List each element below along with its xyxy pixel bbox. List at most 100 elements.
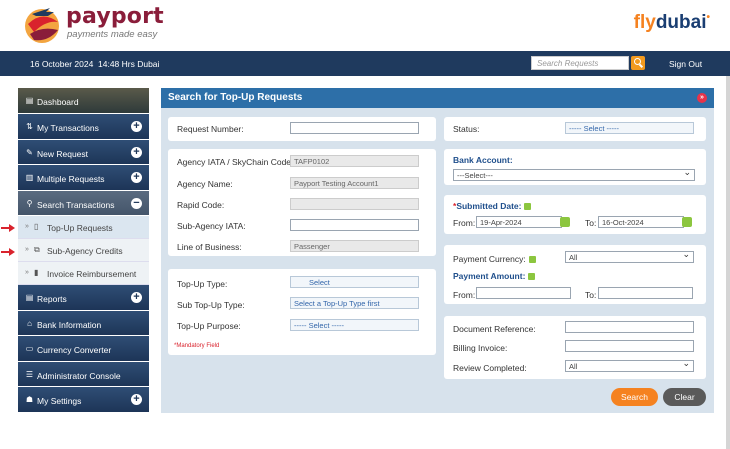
request-number-card: Request Number: xyxy=(168,117,436,141)
request-number-input[interactable] xyxy=(290,122,419,134)
page-scrollbar[interactable] xyxy=(726,76,730,449)
invoice-icon: ▮ xyxy=(34,268,39,277)
chevron-right-icon: » xyxy=(25,246,29,253)
rapid-code-label: Rapid Code: xyxy=(177,200,225,210)
sidebar-item-multiple-requests[interactable]: ▥ Multiple Requests + xyxy=(18,165,149,191)
expand-icon[interactable]: + xyxy=(131,121,142,132)
agency-details-card: Agency IATA / SkyChain Code: TAFP0102 Ag… xyxy=(168,149,436,256)
expand-icon[interactable]: + xyxy=(131,172,142,183)
request-number-label: Request Number: xyxy=(177,124,244,134)
sub-topup-type-label: Sub Top-Up Type: xyxy=(177,300,245,310)
amount-to-input[interactable] xyxy=(598,287,693,299)
magnifier-icon: ⚲ xyxy=(26,198,33,208)
amount-from-label: From: xyxy=(453,290,476,300)
submitted-date-card: *Submitted Date: From: 19-Apr-2024 To: 1… xyxy=(444,195,706,234)
current-date: 16 October 2024 xyxy=(30,59,94,69)
payport-logo[interactable]: payport payments made easy xyxy=(20,2,180,46)
sidebar-item-bank-information[interactable]: ⌂ Bank Information xyxy=(18,310,149,336)
top-bar: 16 October 2024 14:48 Hrs Dubai Search R… xyxy=(0,51,730,76)
sign-out-link[interactable]: Sign Out xyxy=(669,59,702,69)
review-completed-select[interactable]: All xyxy=(565,360,694,372)
red-arrow-icon xyxy=(1,248,15,256)
submitted-date-label: *Submitted Date: xyxy=(453,201,532,211)
sidebar: ▤ Dashboard ⇅ My Transactions + ✎ New Re… xyxy=(18,88,149,413)
server-icon: ☰ xyxy=(25,369,34,379)
bank-icon: ⌂ xyxy=(27,318,32,328)
rapid-code-field xyxy=(290,198,419,210)
sidebar-item-currency-converter[interactable]: ▭ Currency Converter xyxy=(18,336,149,362)
amount-to-label: To: xyxy=(585,290,597,300)
sidebar-item-administrator-console[interactable]: ☰ Administrator Console xyxy=(18,361,149,387)
expand-icon[interactable]: + xyxy=(131,292,142,303)
line-of-business-label: Line of Business: xyxy=(177,242,242,252)
search-button[interactable]: Search xyxy=(611,388,658,406)
clear-button[interactable]: Clear xyxy=(663,388,706,406)
status-card: Status: ----- Select ----- xyxy=(444,117,706,141)
report-icon: ▤ xyxy=(25,293,34,302)
sidebar-item-search-transactions[interactable]: ⚲ Search Transactions − xyxy=(18,190,149,216)
page: payport payments made easy flydubai• 16 … xyxy=(0,0,730,449)
info-icon xyxy=(528,273,536,281)
status-label: Status: xyxy=(453,124,480,134)
document-reference-input[interactable] xyxy=(565,321,694,333)
search-requests-input[interactable]: Search Requests xyxy=(531,56,629,70)
from-date-label: From: xyxy=(453,218,476,228)
line-of-business-field: Passenger xyxy=(290,240,419,252)
money-icon: ▭ xyxy=(25,344,34,353)
topup-type-label: Top-Up Type: xyxy=(177,279,228,289)
bar-chart-icon: ▥ xyxy=(25,173,34,182)
topup-type-card: Top-Up Type: Select Sub Top-Up Type: Sel… xyxy=(168,269,436,355)
collapse-icon[interactable]: − xyxy=(131,197,142,209)
agency-name-label: Agency Name: xyxy=(177,179,233,189)
bank-account-select[interactable]: ---Select--- xyxy=(453,169,695,181)
search-topup-panel: Search for Top-Up Requests » Request Num… xyxy=(161,88,714,413)
document-reference-label: Document Reference: xyxy=(453,324,536,334)
topup-purpose-label: Top-Up Purpose: xyxy=(177,321,241,331)
sidebar-item-reports[interactable]: ▤ Reports + xyxy=(18,285,149,311)
sidebar-subitem-invoice[interactable]: » ▮ Invoice Reimbursement xyxy=(18,262,149,285)
bank-account-label: Bank Account: xyxy=(453,155,513,165)
flydubai-logo: flydubai• xyxy=(633,12,710,33)
chevron-right-icon: » xyxy=(25,223,29,230)
calendar-icon[interactable] xyxy=(560,217,570,227)
sidebar-item-dashboard[interactable]: ▤ Dashboard xyxy=(18,88,149,114)
collapse-panel-icon[interactable]: » xyxy=(697,93,707,103)
agency-iata-field: TAFP0102 xyxy=(290,155,419,167)
subagency-iata-label: Sub-Agency IATA: xyxy=(177,221,246,231)
topup-purpose-select[interactable]: ----- Select ----- xyxy=(290,319,419,331)
sidebar-subitem-subagency[interactable]: » ⧉ Sub-Agency Credits xyxy=(18,239,149,262)
document-card: Document Reference: Billing Invoice: Rev… xyxy=(444,316,706,379)
sidebar-item-my-transactions[interactable]: ⇅ My Transactions + xyxy=(18,114,149,140)
agency-iata-label: Agency IATA / SkyChain Code: xyxy=(177,157,294,167)
globe-plane-icon xyxy=(25,8,59,43)
sidebar-subitem-topup[interactable]: » ▯ Top-Up Requests xyxy=(18,216,149,239)
billing-invoice-input[interactable] xyxy=(565,340,694,352)
search-icon[interactable] xyxy=(631,56,645,70)
billing-invoice-label: Billing Invoice: xyxy=(453,343,508,353)
info-icon xyxy=(524,203,532,211)
brand-tagline: payments made easy xyxy=(67,29,158,40)
mandatory-note: *Mandatory Field xyxy=(174,343,220,349)
expand-icon[interactable]: + xyxy=(131,146,142,158)
payment-card: Payment Currency: All Payment Amount: Fr… xyxy=(444,245,706,304)
calendar-icon[interactable] xyxy=(682,217,692,227)
amount-from-input[interactable] xyxy=(476,287,571,299)
from-date-input[interactable]: 19-Apr-2024 xyxy=(476,216,562,228)
edit-icon: ✎ xyxy=(26,147,33,157)
sidebar-item-new-request[interactable]: ✎ New Request + xyxy=(18,139,149,165)
info-icon xyxy=(528,256,536,264)
sidebar-item-my-settings[interactable]: ☗ My Settings + xyxy=(18,387,149,413)
transfer-icon: ⇅ xyxy=(26,122,33,131)
to-date-input[interactable]: 16-Oct-2024 xyxy=(598,216,684,228)
payment-currency-select[interactable]: All xyxy=(565,251,694,263)
sub-topup-type-select[interactable]: Select a Top-Up Type first xyxy=(290,297,419,309)
payment-currency-label: Payment Currency: xyxy=(453,254,536,264)
status-select[interactable]: ----- Select ----- xyxy=(565,122,694,134)
to-date-label: To: xyxy=(585,218,597,228)
expand-icon[interactable]: + xyxy=(131,394,142,405)
chevron-right-icon: » xyxy=(25,269,29,276)
panel-title: Search for Top-Up Requests xyxy=(168,92,303,103)
topup-type-select[interactable]: Select xyxy=(290,276,419,288)
subagency-iata-input[interactable] xyxy=(290,219,419,231)
agency-name-field: Payport Testing Account1 xyxy=(290,177,419,189)
